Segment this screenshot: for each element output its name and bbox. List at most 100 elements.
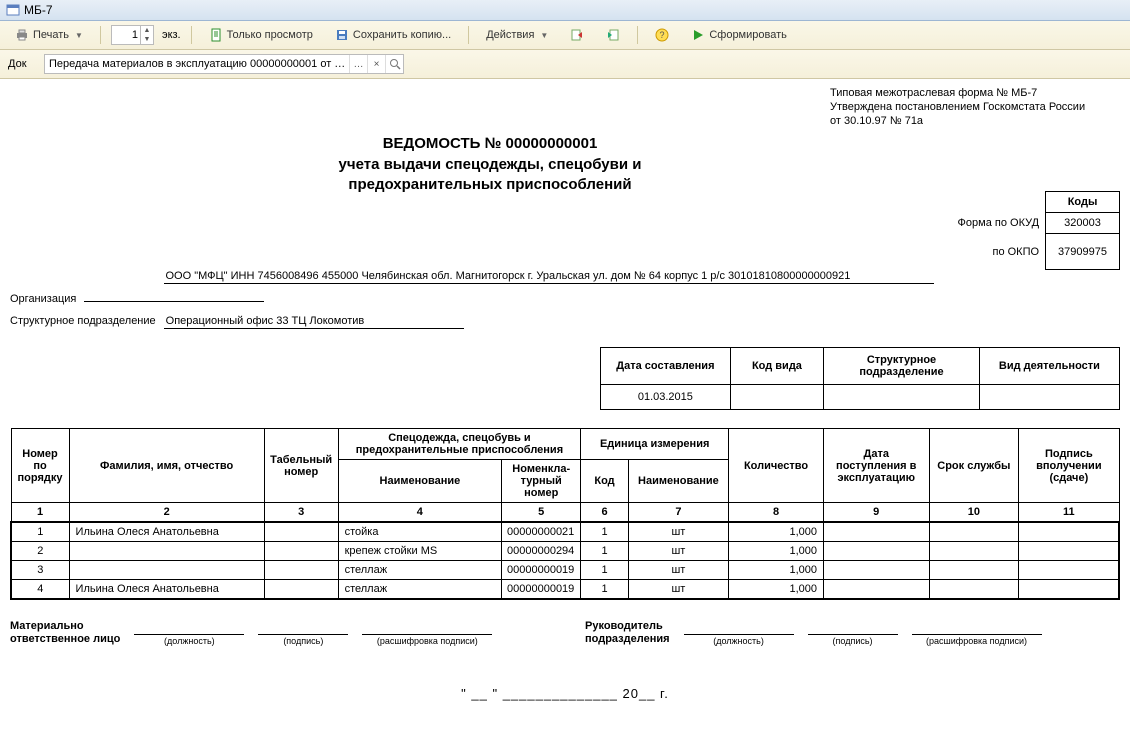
copies-input[interactable]	[112, 29, 140, 41]
cap-decipher-2: (расшифровка подписи)	[912, 636, 1042, 646]
copies-down[interactable]: ▼	[141, 35, 153, 44]
meta-h-activity: Вид деятельности	[979, 348, 1119, 385]
copies-stepper[interactable]: ▲ ▼	[111, 25, 154, 45]
cap-signature-2: (подпись)	[808, 636, 898, 646]
title-line3: предохранительных приспособлений	[10, 175, 970, 195]
coln-8: 8	[729, 503, 824, 523]
date-fill: " __ " ______________ 20__ г.	[10, 686, 1120, 701]
col-10: Срок службы	[929, 429, 1019, 503]
table-cell	[929, 580, 1019, 600]
actions-button[interactable]: Действия ▼	[479, 26, 555, 44]
doc-ref-lookup[interactable]	[385, 55, 403, 73]
doc-ref-row: Док … ×	[0, 50, 1130, 79]
coln-1: 1	[11, 503, 69, 523]
divider	[191, 26, 192, 44]
table-cell: 1	[581, 580, 628, 600]
generate-button[interactable]: Сформировать	[684, 25, 794, 45]
copies-up[interactable]: ▲	[141, 26, 153, 35]
head-label: Руководитель подразделения	[585, 620, 670, 646]
meta-kind	[730, 385, 823, 410]
coln-9: 9	[823, 503, 929, 523]
coln-6: 6	[581, 503, 628, 523]
table-cell	[69, 561, 264, 580]
view-only-button[interactable]: Только просмотр	[202, 25, 320, 45]
table-row: 1Ильина Олеся Анатольевнастойка000000000…	[11, 522, 1119, 542]
table-row: 3стеллаж000000000191шт1,000	[11, 561, 1119, 580]
main-table: Номер по порядку Фамилия, имя, отчество …	[10, 428, 1120, 600]
coln-5: 5	[502, 503, 581, 523]
chevron-down-icon: ▼	[540, 31, 548, 40]
table-cell	[1019, 522, 1119, 542]
doc-ref-combo[interactable]: … ×	[44, 54, 404, 74]
codes-block: Коды Форма по ОКУД 320003 по ОКПО 379099…	[952, 191, 1120, 270]
table-cell	[264, 580, 338, 600]
sheet-out-icon	[570, 28, 584, 42]
coln-2: 2	[69, 503, 264, 523]
table-cell	[929, 522, 1019, 542]
table-cell	[1019, 580, 1119, 600]
table-cell: 3	[11, 561, 69, 580]
help-button[interactable]: ?	[648, 25, 676, 45]
table-cell: 00000000019	[502, 580, 581, 600]
coln-4: 4	[338, 503, 502, 523]
form-reference-note: Типовая межотраслевая форма № МБ-7 Утвер…	[830, 87, 1120, 128]
help-icon: ?	[655, 28, 669, 42]
unit-value: Операционный офис 33 ТЦ Локомотив	[164, 315, 464, 329]
toolbar: Печать ▼ ▲ ▼ экз. Только просмотр Сохран…	[0, 21, 1130, 50]
divider	[100, 26, 101, 44]
table-cell: шт	[628, 580, 728, 600]
table-cell	[264, 522, 338, 542]
action-icon-1[interactable]	[563, 25, 591, 45]
generate-label: Сформировать	[709, 29, 787, 41]
document-title: ВЕДОМОСТЬ № 00000000001 учета выдачи спе…	[10, 134, 970, 195]
table-cell	[929, 542, 1019, 561]
doc-ref-ellipsis[interactable]: …	[349, 55, 367, 73]
coln-7: 7	[628, 503, 728, 523]
table-cell	[69, 542, 264, 561]
col-g67: Единица измерения	[581, 429, 729, 460]
table-cell: шт	[628, 561, 728, 580]
meta-unit	[824, 385, 980, 410]
unit-label: Структурное подразделение	[10, 315, 156, 327]
codes-header: Коды	[1046, 192, 1120, 213]
table-row: 4Ильина Олеся Анатольевнастеллаж00000000…	[11, 580, 1119, 600]
cap-position: (должность)	[134, 636, 244, 646]
okpo-value: 37909975	[1046, 234, 1120, 270]
print-button[interactable]: Печать ▼	[8, 25, 90, 45]
form-note-line1: Типовая межотраслевая форма № МБ-7	[830, 87, 1120, 101]
cap-decipher: (расшифровка подписи)	[362, 636, 492, 646]
printer-icon	[15, 28, 29, 42]
action-icon-2[interactable]	[599, 25, 627, 45]
table-cell	[1019, 561, 1119, 580]
doc-ref-label: Док	[8, 58, 34, 70]
svg-text:?: ?	[660, 30, 665, 40]
table-cell: стеллаж	[338, 561, 502, 580]
title-line1: ВЕДОМОСТЬ № 00000000001	[10, 134, 970, 154]
sheet-in-icon	[606, 28, 620, 42]
play-icon	[691, 28, 705, 42]
cap-position-2: (должность)	[684, 636, 794, 646]
title-line2: учета выдачи спецодежды, спецобуви и	[10, 155, 970, 175]
table-cell: 4	[11, 580, 69, 600]
meta-date: 01.03.2015	[601, 385, 731, 410]
signatures: Материально ответственное лицо (должност…	[10, 620, 1120, 646]
doc-ref-input[interactable]	[45, 58, 349, 70]
okud-label: Форма по ОКУД	[952, 213, 1046, 234]
doc-ref-clear[interactable]: ×	[367, 55, 385, 73]
meta-h-date: Дата составления	[601, 348, 731, 385]
col-11: Подпись вполучении (сдаче)	[1019, 429, 1119, 503]
org-block: x ООО "МФЦ" ИНН 7456008496 455000 Челяби…	[10, 270, 1120, 329]
col-2: Фамилия, имя, отчество	[69, 429, 264, 503]
app-icon	[6, 3, 20, 17]
save-copy-label: Сохранить копию...	[353, 29, 451, 41]
table-cell: 00000000294	[502, 542, 581, 561]
save-copy-button[interactable]: Сохранить копию...	[328, 25, 458, 45]
table-row: 2крепеж стойки MS000000002941шт1,000	[11, 542, 1119, 561]
view-only-label: Только просмотр	[227, 29, 313, 41]
meta-h-kind: Код вида	[730, 348, 823, 385]
copies-label: экз.	[162, 29, 181, 41]
table-cell	[823, 561, 929, 580]
chevron-down-icon: ▼	[75, 31, 83, 40]
table-cell: стойка	[338, 522, 502, 542]
document-page: Типовая межотраслевая форма № МБ-7 Утвер…	[0, 79, 1130, 731]
